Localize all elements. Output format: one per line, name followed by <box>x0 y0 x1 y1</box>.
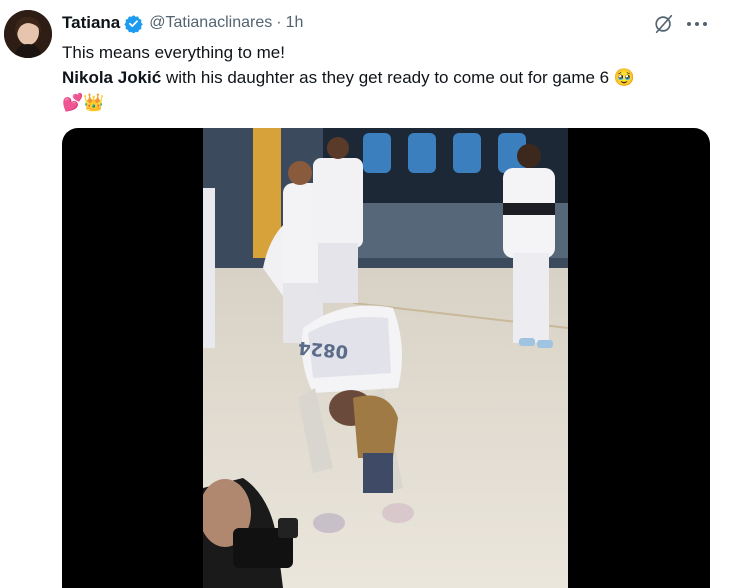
separator-dot: · <box>276 14 282 31</box>
video-player[interactable]: 0824 <box>62 128 710 588</box>
avatar[interactable] <box>4 10 52 58</box>
tweet-line-1: This means everything to me! <box>62 43 285 62</box>
jersey-number-text: 0824 <box>297 337 349 362</box>
video-still-image: 0824 <box>203 128 568 588</box>
verified-badge-icon[interactable] <box>124 14 143 33</box>
tweet-text: This means everything to me! Nikola Joki… <box>62 40 712 115</box>
grok-icon[interactable] <box>652 12 676 36</box>
tweet-emoji-line: 💕👑 <box>62 93 105 112</box>
video-frame[interactable]: 0824 <box>203 128 568 588</box>
tweet[interactable]: Tatiana @Tatianaclinares · 1h This means… <box>0 0 731 588</box>
tweet-line-2: Nikola Jokić with his daughter as they g… <box>62 65 712 90</box>
author-handle[interactable]: @Tatianaclinares <box>149 14 272 32</box>
more-icon[interactable] <box>684 12 710 36</box>
tweet-line-2-rest: with his daughter as they get ready to c… <box>161 68 636 87</box>
timestamp[interactable]: 1h <box>286 14 304 32</box>
mentioned-name: Nikola Jokić <box>62 68 162 87</box>
tweet-header: Tatiana @Tatianaclinares · 1h <box>62 12 303 34</box>
author-name[interactable]: Tatiana <box>62 13 120 33</box>
